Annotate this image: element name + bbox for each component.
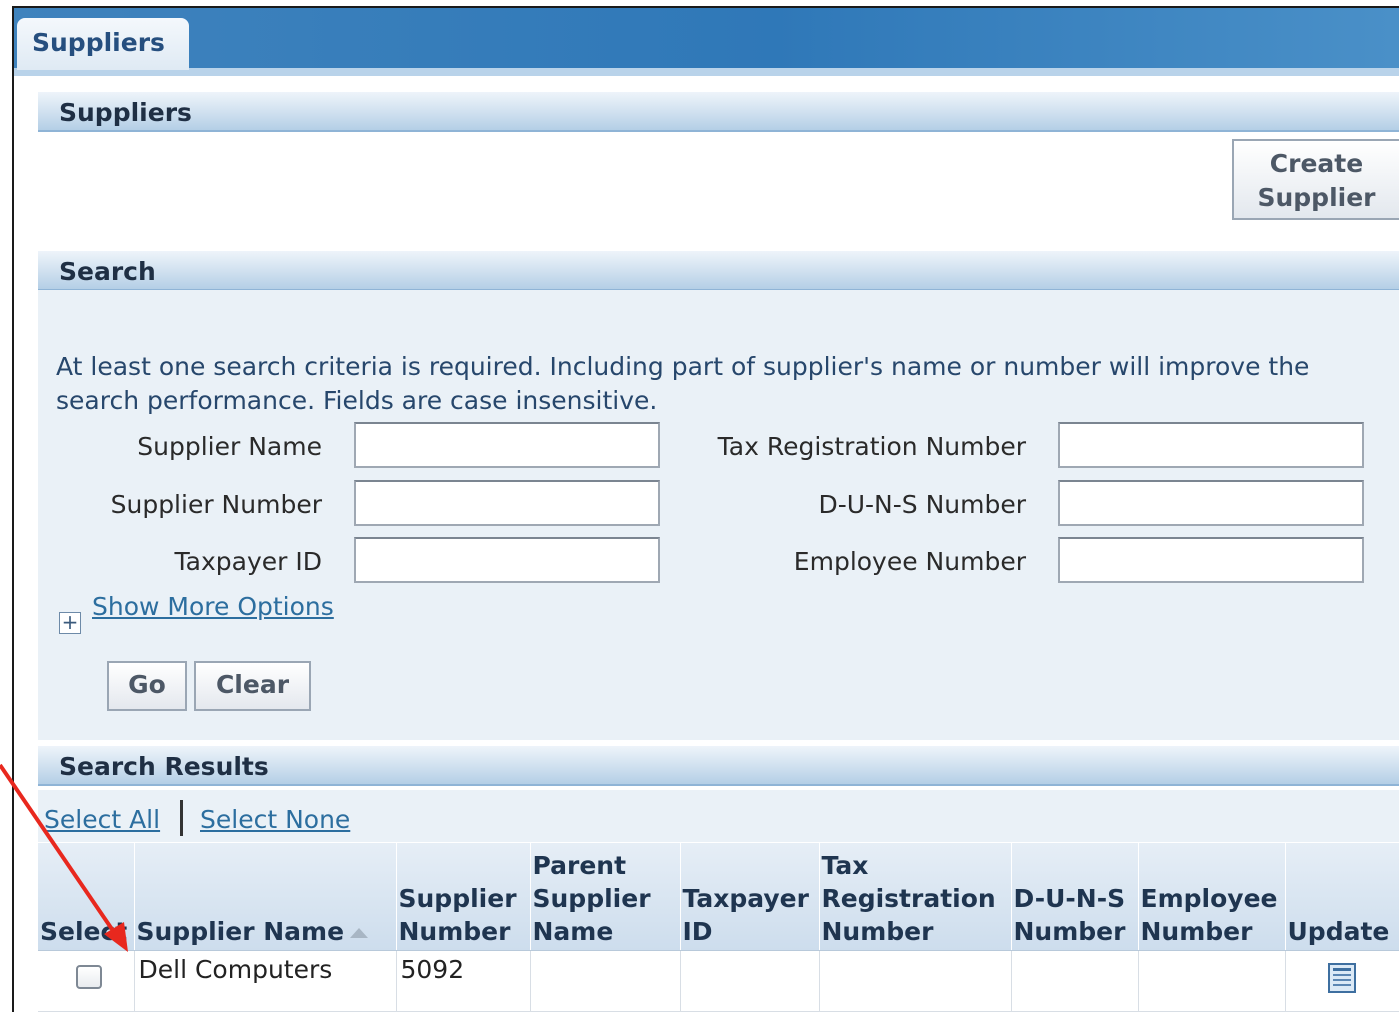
- tax-registration-number-label: Tax Registration Number: [717, 432, 1026, 461]
- select-all-link[interactable]: Select All: [44, 805, 160, 834]
- supplier-name-label: Supplier Name: [137, 432, 322, 461]
- tax-registration-number-input[interactable]: [1058, 422, 1364, 468]
- row-select-checkbox[interactable]: [76, 965, 102, 989]
- tab-bar: [14, 8, 1399, 75]
- taxpayer-id-cell: [680, 950, 820, 1012]
- column-header-tax-registration-number: Tax Registration Number: [819, 843, 1012, 951]
- go-button[interactable]: Go: [107, 661, 187, 711]
- update-icon[interactable]: [1328, 963, 1356, 993]
- column-header-taxpayer-id: Taxpayer ID: [680, 843, 820, 951]
- supplier-name-header-label: Supplier Name: [136, 917, 345, 946]
- table-header-row: Select Supplier Name Supplier Number Par…: [38, 843, 1399, 951]
- table-row: Dell Computers 5092: [38, 950, 1399, 1012]
- expand-plus-icon[interactable]: +: [59, 612, 81, 634]
- column-header-update: Update: [1285, 843, 1399, 951]
- search-results-table: Select Supplier Name Supplier Number Par…: [38, 843, 1399, 1012]
- column-header-supplier-name[interactable]: Supplier Name: [134, 843, 397, 951]
- supplier-name-cell: Dell Computers: [134, 950, 397, 1012]
- employee-number-label: Employee Number: [793, 547, 1026, 576]
- taxpayer-id-input[interactable]: [354, 537, 660, 583]
- employee-number-cell: [1138, 950, 1286, 1012]
- clear-button[interactable]: Clear: [194, 661, 311, 711]
- column-header-parent-supplier-name: Parent Supplier Name: [530, 843, 681, 951]
- duns-number-cell: [1011, 950, 1139, 1012]
- supplier-number-input[interactable]: [354, 480, 660, 526]
- duns-number-input[interactable]: [1058, 480, 1364, 526]
- tab-suppliers[interactable]: Suppliers: [17, 18, 189, 70]
- show-more-options-link[interactable]: Show More Options: [92, 592, 334, 621]
- parent-supplier-name-cell: [530, 950, 681, 1012]
- employee-number-input[interactable]: [1058, 537, 1364, 583]
- column-header-duns-number: D-U-N-S Number: [1011, 843, 1139, 951]
- select-none-link[interactable]: Select None: [200, 805, 350, 834]
- duns-number-label: D-U-N-S Number: [818, 490, 1026, 519]
- link-separator: [180, 800, 183, 836]
- update-cell: [1285, 950, 1399, 1012]
- supplier-name-input[interactable]: [354, 422, 660, 468]
- column-header-employee-number: Employee Number: [1138, 843, 1286, 951]
- tab-bar-underline: [14, 68, 1399, 76]
- supplier-number-cell: 5092: [396, 950, 531, 1012]
- search-help-text: At least one search criteria is required…: [56, 352, 1310, 415]
- search-section-header: Search: [38, 251, 1399, 291]
- sort-ascending-icon[interactable]: [350, 928, 369, 938]
- search-results-section-header: Search Results: [38, 746, 1399, 786]
- taxpayer-id-label: Taxpayer ID: [174, 547, 322, 576]
- column-header-select: Select: [38, 843, 135, 951]
- select-cell: [38, 950, 135, 1012]
- supplier-number-label: Supplier Number: [110, 490, 322, 519]
- tax-registration-number-cell: [819, 950, 1012, 1012]
- suppliers-section-header: Suppliers: [38, 92, 1399, 132]
- create-supplier-button[interactable]: Create Supplier: [1232, 139, 1399, 220]
- column-header-supplier-number: Supplier Number: [396, 843, 531, 951]
